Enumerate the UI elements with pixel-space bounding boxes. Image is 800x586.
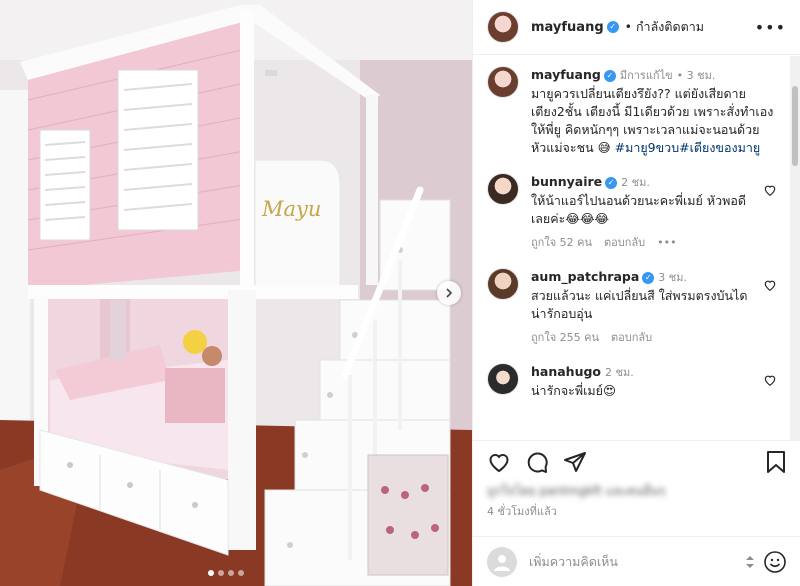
share-send-icon[interactable] [563,450,587,474]
caption-username[interactable]: mayfuang [531,67,601,82]
comment-username[interactable]: hanahugo [531,364,601,379]
post-time: 4 ชั่วโมงที่แล้ว [487,505,557,518]
resize-toggle-icon[interactable] [745,555,755,569]
follow-status[interactable]: • กำลังติดตาม [625,17,704,37]
verified-badge-icon: ✓ [642,271,655,284]
more-options-icon[interactable]: ••• [755,18,786,37]
post-header: mayfuang ✓ • กำลังติดตาม ••• [473,0,800,55]
comment-input[interactable]: เพิ่มความคิดเห็น [529,552,745,572]
comment-item: bunnyaire ✓ 2 ชม. ให้น้าแอร์ไปนอนด้วยนะคะ… [487,173,777,252]
heart-icon[interactable] [763,278,777,292]
comment-likes[interactable]: ถูกใจ 255 คน [531,329,599,347]
verified-badge-icon: ✓ [606,21,619,33]
comments-list[interactable]: mayfuang ✓ มีการแก้ไข • 3 ชม. มายูควรเปลี… [473,56,791,440]
comment-bubble-icon[interactable] [525,450,549,474]
likes-summary[interactable]: ถูกใจโดย pantmgkft และคนอื่นๆ [487,482,787,498]
comment-likes[interactable]: ถูกใจ 52 คน [531,234,592,252]
comment-username[interactable]: bunnyaire [531,174,602,189]
comment-time: 3 ชม. [658,271,687,284]
avatar[interactable] [487,11,519,43]
avatar[interactable] [487,268,519,300]
carousel-dot [238,570,244,576]
carousel-indicator [208,570,244,576]
author-username[interactable]: mayfuang [531,20,604,35]
post-actions [473,440,800,482]
comments-scrollbar[interactable] [790,56,800,440]
add-comment-bar: เพิ่มความคิดเห็น [473,536,800,586]
avatar[interactable] [487,363,519,395]
comment-time: 2 ชม. [605,366,634,379]
comment-item: aum_patchrapa ✓ 3 ชม. สวยแล้วนะ แค่เปลี่ย… [487,268,777,347]
bookmark-icon[interactable] [765,450,787,474]
comment-username[interactable]: aum_patchrapa [531,269,639,284]
caption-time: • 3 ชม. [676,69,716,82]
heart-icon[interactable] [763,373,777,387]
comment-text: น่ารักจะพี่เมย์😍 [531,383,616,398]
like-heart-icon[interactable] [487,450,511,474]
bunk-bed-image [0,0,472,586]
verified-badge-icon: ✓ [605,176,618,189]
comment-more-icon[interactable]: ••• [657,234,676,252]
comment-text: ให้น้าแอร์ไปนอนด้วยนะคะพี่เมย์ หัวพอดีเล… [531,193,746,226]
caption-hashtags[interactable]: #มายู9ขวบ#เตียงของมายู [615,140,761,155]
comment-time: 2 ชม. [621,176,650,189]
scrollbar-thumb[interactable] [792,86,798,166]
emoji-icon[interactable] [763,550,787,574]
name-plate: Mayu [262,197,322,221]
carousel-dot [208,570,214,576]
chevron-right-icon [446,288,453,298]
avatar[interactable] [487,173,519,205]
next-photo-button[interactable] [437,281,461,305]
edited-label: มีการแก้ไข [619,69,673,82]
post-photo[interactable]: Mayu [0,0,472,586]
caption: mayfuang ✓ มีการแก้ไข • 3 ชม. มายูควรเปลี… [487,66,777,157]
carousel-dot [218,570,224,576]
user-placeholder-icon [494,554,510,571]
heart-icon[interactable] [763,183,777,197]
verified-badge-icon: ✓ [603,69,616,82]
reply-button[interactable]: ตอบกลับ [604,234,645,252]
current-user-avatar [487,546,517,577]
avatar[interactable] [487,66,519,98]
carousel-dot [228,570,234,576]
reply-button[interactable]: ตอบกลับ [611,329,652,347]
comment-text: สวยแล้วนะ แค่เปลี่ยนสี ใส่พรมตรงบันได น่… [531,288,748,321]
comment-item: hanahugo 2 ชม. น่ารักจะพี่เมย์😍 [487,363,777,400]
post-sidebar: mayfuang ✓ • กำลังติดตาม ••• mayfuang ✓ ม… [472,0,800,586]
